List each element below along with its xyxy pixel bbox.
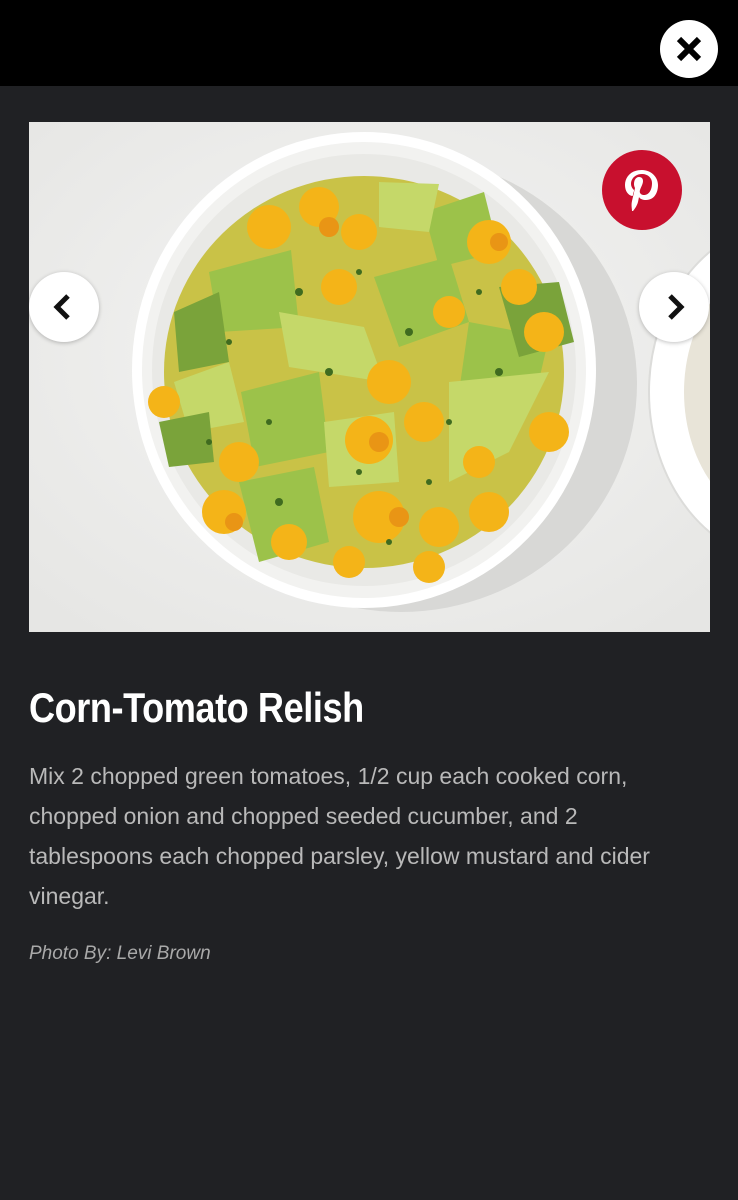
recipe-title: Corn-Tomato Relish [29,684,364,731]
pinterest-icon [625,170,658,211]
top-bar [0,0,738,86]
recipe-photo [29,122,710,632]
close-button[interactable] [660,20,718,78]
previous-slide-button[interactable] [29,272,99,342]
chevron-left-icon [53,294,70,320]
photo-credit: Photo By: Levi Brown [29,943,211,964]
pinterest-button[interactable] [602,150,682,230]
recipe-description: Mix 2 chopped green tomatoes, 1/2 cup ea… [29,763,650,909]
next-slide-button[interactable] [639,272,709,342]
chevron-right-icon [668,294,685,320]
close-icon [676,36,702,62]
